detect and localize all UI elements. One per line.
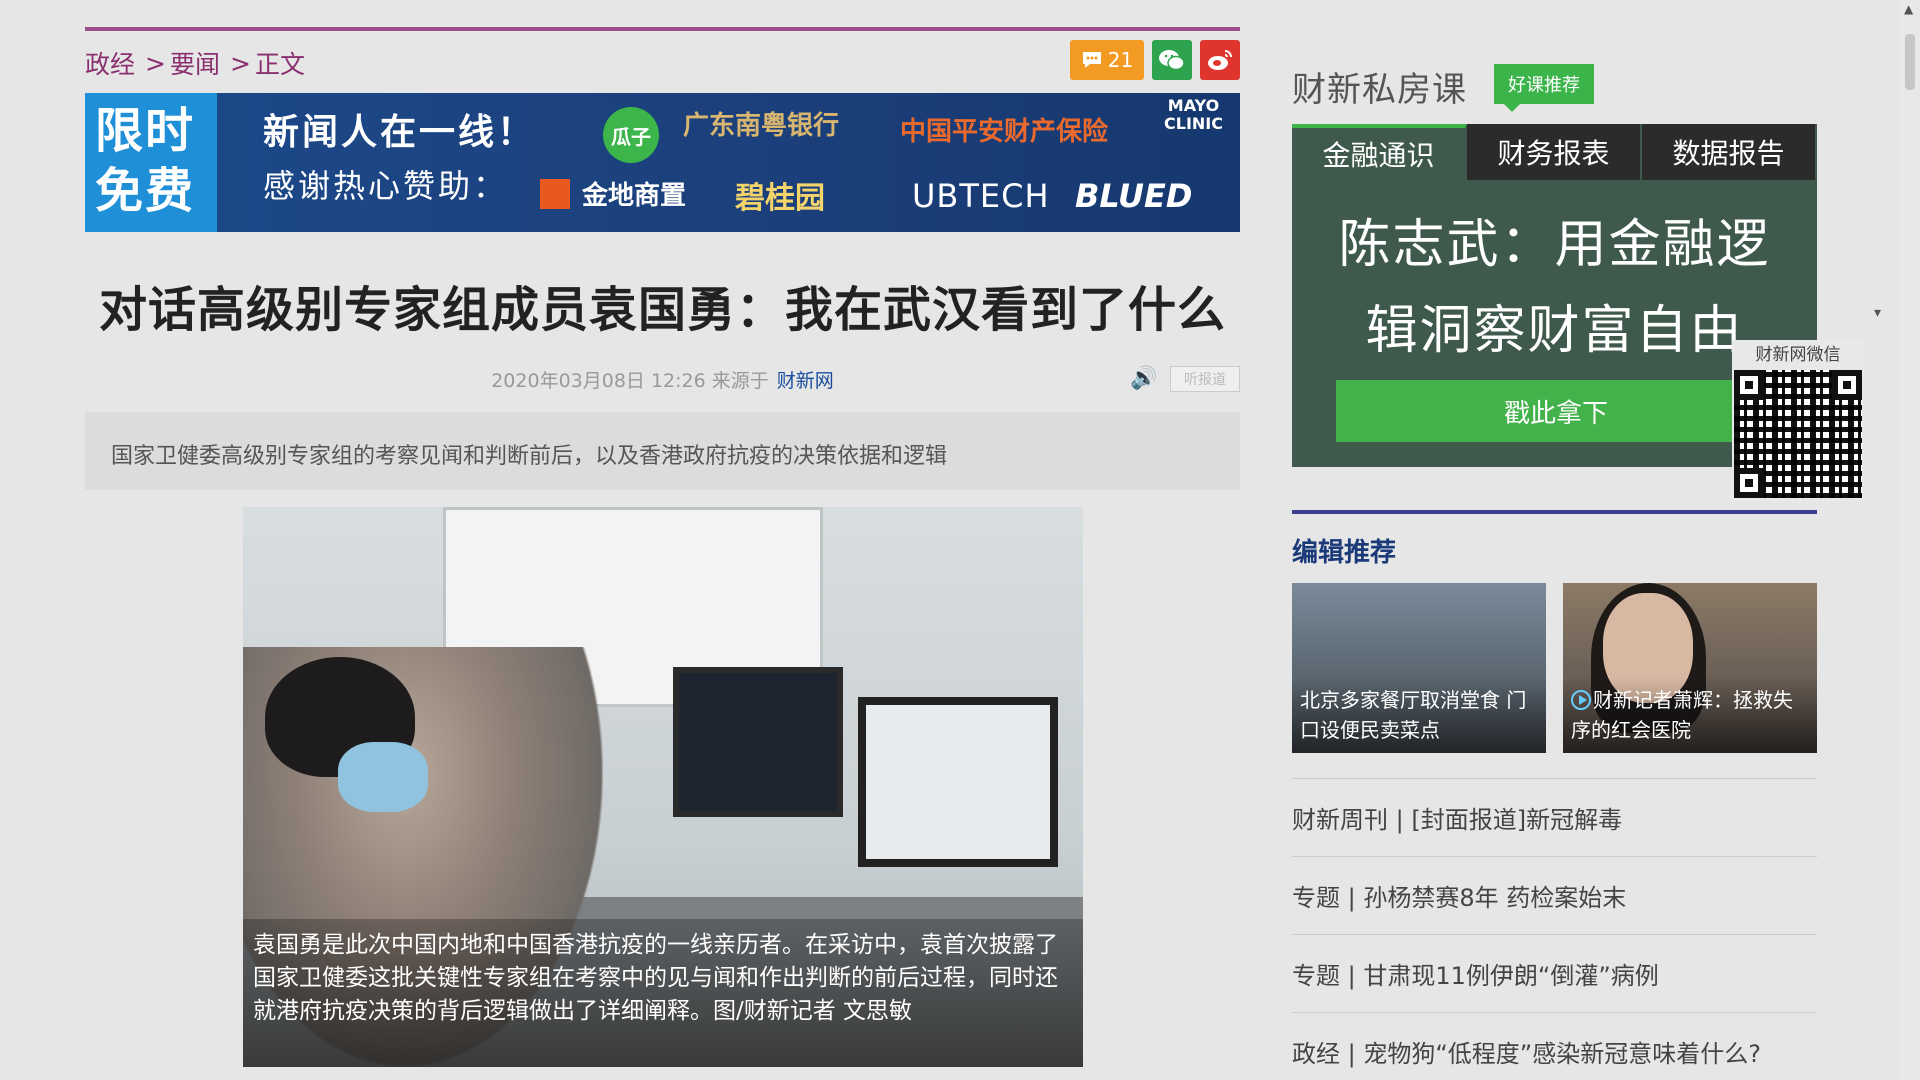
scroll-up-icon[interactable]: ▲ — [1904, 2, 1913, 16]
qr-corner — [1832, 370, 1862, 400]
wechat-qr-widget[interactable]: 财新网微信 — [1732, 340, 1864, 502]
editor-pick-card-2[interactable]: 财新记者萧辉：拯救失序的红会医院 — [1563, 583, 1817, 753]
comment-icon — [1082, 52, 1101, 68]
tab-data-report[interactable]: 数据报告 — [1642, 124, 1817, 180]
qr-label: 财新网微信 — [1755, 345, 1841, 365]
play-icon — [1571, 690, 1591, 710]
sponsor-logo-bgy: 碧桂园 — [735, 181, 825, 216]
top-divider — [85, 27, 1240, 31]
jindi-logo-mark — [540, 178, 570, 209]
breadcrumb-item-politics[interactable]: 政经 — [85, 45, 135, 81]
sponsor-logo-ubtech: UBTECH — [912, 177, 1050, 215]
speaker-icon[interactable]: 🔊 — [1130, 366, 1157, 391]
article-source-link[interactable]: 财新网 — [777, 370, 834, 392]
breadcrumb-separator: > — [145, 48, 166, 78]
comment-count: 21 — [1107, 48, 1134, 72]
list-item[interactable]: 专题 | 甘肃现11例伊朗“倒灌”病例 — [1292, 934, 1817, 1012]
sponsor-banner[interactable]: 限时免费 新闻人在一线！ 感谢热心赞助： 瓜子 广东南粤银行 中国平安财产保险 … — [85, 93, 1240, 232]
sponsor-logo-guazi: 瓜子 — [603, 107, 659, 163]
tab-finance-basics[interactable]: 金融通识 — [1292, 124, 1467, 180]
breadcrumb-item-article: 正文 — [254, 50, 305, 79]
list-item[interactable]: 专题 | 孙杨禁赛8年 药检案始末 — [1292, 856, 1817, 934]
list-item[interactable]: 政经 | 宠物狗“低程度”感染新冠意味着什么? — [1292, 1012, 1817, 1080]
photo-monitor-left — [673, 667, 843, 817]
photo-monitor-right — [858, 697, 1058, 867]
course-tabs: 金融通识 财务报表 数据报告 — [1292, 124, 1817, 180]
wechat-share-button[interactable] — [1152, 40, 1192, 80]
listen-button[interactable]: 听报道 — [1170, 366, 1240, 392]
qr-code-icon — [1734, 370, 1862, 498]
sponsor-logo-mayo: MAYO CLINIC — [1164, 96, 1223, 133]
weibo-icon — [1208, 50, 1232, 70]
sponsor-logo-bank: 广东南粤银行 — [683, 111, 840, 141]
article-date: 2020年03月08日 12:26 来源于 — [491, 370, 769, 392]
article-title: 对话高级别专家组成员袁国勇：我在武汉看到了什么 — [98, 282, 1226, 338]
scroll-down-icon[interactable]: ▾ — [1874, 305, 1881, 321]
editor-picks-title: 编辑推荐 — [1292, 538, 1397, 568]
course-cta-button[interactable]: 戳此拿下 — [1336, 380, 1776, 442]
banner-subline: 感谢热心赞助： — [263, 167, 509, 205]
sponsor-logo-blued: BLUED — [1075, 177, 1193, 215]
breadcrumb-separator: > — [229, 48, 251, 78]
sponsor-logo-pingan: 中国平安财产保险 — [900, 117, 1109, 147]
qr-corner — [1734, 468, 1764, 498]
course-headline-line1: 陈志武：用金融逻 — [1338, 215, 1771, 275]
course-section-title[interactable]: 财新私房课 — [1292, 62, 1467, 111]
list-item[interactable]: 财新周刊 | [封面报道]新冠解毒 — [1292, 778, 1817, 856]
breadcrumb-item-headlines[interactable]: 要闻 — [170, 45, 220, 81]
article-photo: 袁国勇是此次中国内地和中国香港抗疫的一线亲历者。在采访中，袁首次披露了国家卫健委… — [243, 507, 1083, 1067]
wechat-icon — [1159, 50, 1185, 71]
course-badge: 好课推荐 — [1494, 64, 1594, 112]
editor-pick-card-1[interactable]: 北京多家餐厅取消堂食 门口设便民卖菜点 — [1292, 583, 1546, 753]
qr-corner — [1734, 370, 1764, 400]
comment-button[interactable]: 21 — [1070, 40, 1144, 80]
banner-free-label: 限时免费 — [85, 93, 217, 232]
sidebar-divider — [1292, 510, 1817, 514]
article-meta: 2020年03月08日 12:26 来源于 财新网 — [85, 366, 1240, 393]
banner-headline: 新闻人在一线！ — [263, 112, 537, 153]
scrollbar-thumb[interactable] — [1905, 34, 1915, 90]
page-scrollbar[interactable]: ▲ — [1900, 0, 1920, 1080]
editor-pick-caption: 财新记者萧辉：拯救失序的红会医院 — [1563, 677, 1817, 753]
editor-pick-caption: 北京多家餐厅取消堂食 门口设便民卖菜点 — [1292, 677, 1546, 753]
recommended-links: 财新周刊 | [封面报道]新冠解毒 专题 | 孙杨禁赛8年 药检案始末 专题 |… — [1292, 778, 1817, 1080]
breadcrumb: 政经 > 要闻 > 正文 — [85, 46, 305, 80]
photo-caption: 袁国勇是此次中国内地和中国香港抗疫的一线亲历者。在采访中，袁首次披露了国家卫健委… — [243, 919, 1083, 1067]
weibo-share-button[interactable] — [1200, 40, 1240, 80]
photo-person-mask — [338, 742, 428, 812]
article-summary: 国家卫健委高级别专家组的考察见闻和判断前后，以及香港政府抗疫的决策依据和逻辑 — [85, 412, 1240, 490]
tab-financial-statements[interactable]: 财务报表 — [1467, 124, 1642, 180]
sponsor-logo-jindi: 金地商置 — [540, 175, 686, 212]
share-bar: 21 — [1070, 40, 1240, 80]
